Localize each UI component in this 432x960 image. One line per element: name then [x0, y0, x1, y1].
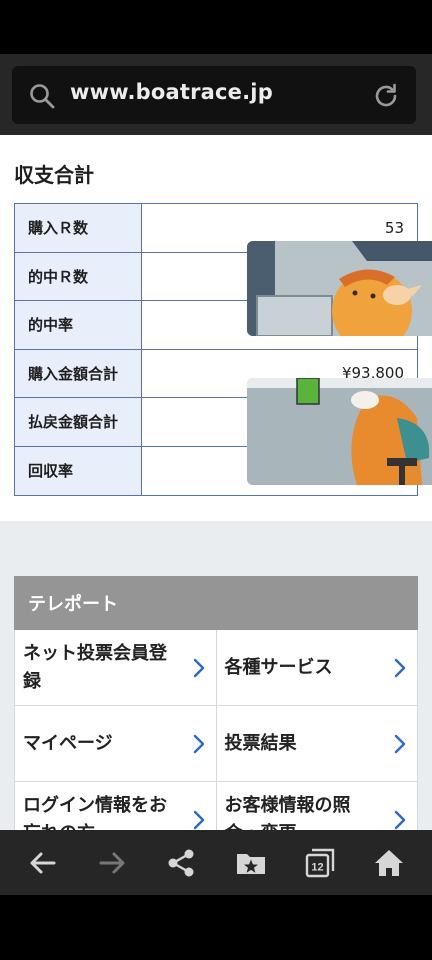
browser-bottom-nav: 12: [0, 830, 432, 895]
link-services[interactable]: 各種サービス: [217, 630, 418, 705]
link-label: ログイン情報をお忘れの方: [23, 795, 167, 830]
teleport-row: ログイン情報をお忘れの方 お客様情報の照会・変更: [15, 782, 418, 830]
row-label: 的中率: [15, 301, 142, 349]
link-label: マイページ: [23, 732, 113, 754]
page-title: 収支合計: [14, 163, 94, 187]
teleport-row: ネット投票会員登録 各種サービス: [15, 630, 418, 706]
link-label: お客様情報の照会・変更: [224, 795, 351, 830]
row-label: 購入金額合計: [15, 349, 142, 397]
teleport-header: テレポート: [14, 576, 418, 630]
home-button[interactable]: [361, 835, 417, 891]
link-my-page[interactable]: マイページ: [15, 706, 217, 781]
chevron-right-icon: [394, 734, 406, 754]
link-net-vote-registration[interactable]: ネット投票会員登録: [15, 630, 217, 705]
link-vote-results[interactable]: 投票結果: [217, 706, 418, 781]
chevron-right-icon: [394, 810, 406, 830]
home-icon: [375, 849, 404, 876]
chevron-right-icon: [394, 658, 406, 678]
bookmarks-button[interactable]: [223, 835, 279, 891]
chevron-right-icon: [193, 658, 204, 678]
link-forgot-login[interactable]: ログイン情報をお忘れの方: [15, 782, 217, 830]
status-bar: [0, 0, 432, 54]
mascot-illustration-top[interactable]: [247, 241, 432, 336]
page-content: 収支合計 購入Ｒ数 53 的中Ｒ数 的中率 購入金額合計 ¥93,800 払戻金…: [0, 135, 432, 830]
link-label: 各種サービス: [224, 656, 333, 678]
share-button[interactable]: [153, 835, 209, 891]
link-label: ネット投票会員登録: [23, 643, 167, 692]
address-bar[interactable]: www.boatrace.jp: [12, 66, 416, 124]
mascot-illustration-bottom[interactable]: [247, 378, 432, 485]
tab-count: 12: [311, 861, 323, 873]
back-button[interactable]: [15, 835, 71, 891]
arrow-right-icon: [99, 852, 125, 873]
chevron-right-icon: [193, 810, 204, 830]
row-label: 購入Ｒ数: [15, 204, 142, 252]
browser-toolbar: www.boatrace.jp: [0, 54, 432, 135]
link-customer-info[interactable]: お客様情報の照会・変更: [217, 782, 418, 830]
row-label: 的中Ｒ数: [15, 252, 142, 300]
tabs-button[interactable]: 12: [292, 835, 348, 891]
chevron-right-icon: [193, 734, 204, 754]
arrow-left-icon: [30, 852, 56, 873]
reload-icon[interactable]: [372, 82, 400, 110]
forward-button[interactable]: [84, 835, 140, 891]
link-label: 投票結果: [224, 732, 297, 754]
bookmark-folder-icon: [236, 853, 265, 874]
teleport-link-grid: ネット投票会員登録 各種サービス マイページ 投票結果 ログイン情報をお忘れの方: [14, 630, 418, 830]
url-text[interactable]: www.boatrace.jp: [70, 80, 273, 104]
share-icon: [168, 849, 194, 876]
row-label: 回収率: [15, 446, 142, 495]
row-label: 払戻金額合計: [15, 398, 142, 446]
tabs-icon: 12: [305, 848, 335, 877]
system-nav-area: [0, 895, 432, 960]
search-icon: [30, 84, 55, 109]
teleport-row: マイページ 投票結果: [15, 706, 418, 782]
